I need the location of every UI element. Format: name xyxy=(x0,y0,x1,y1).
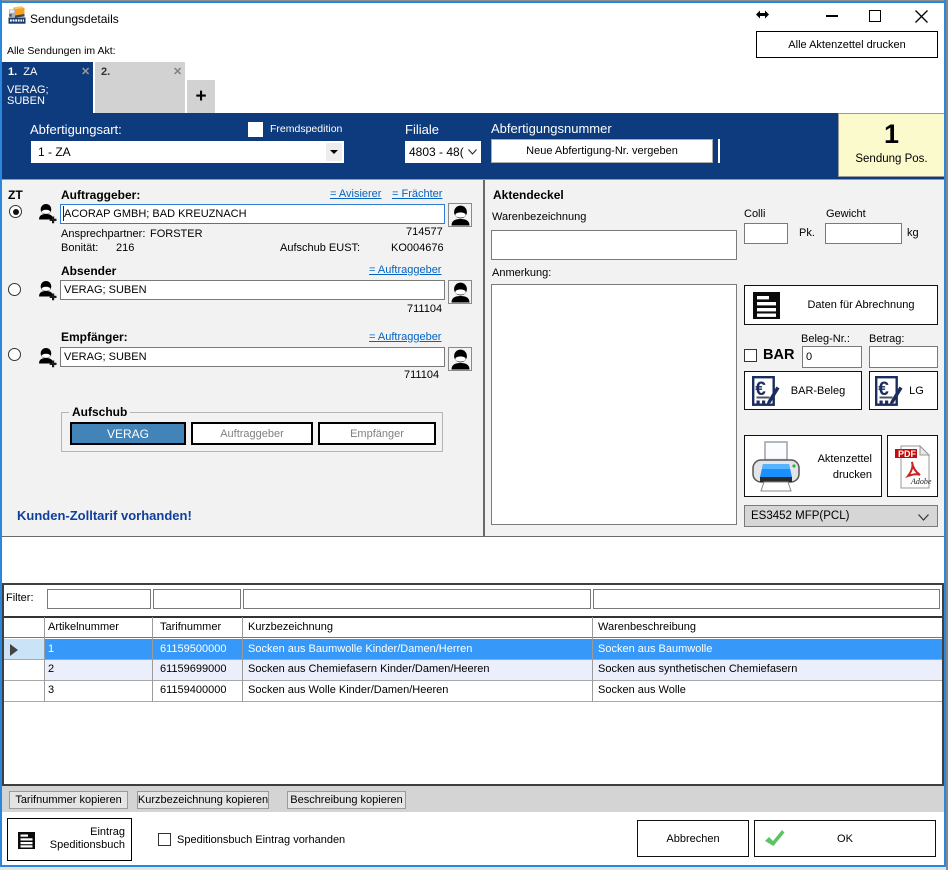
svg-text:PDF: PDF xyxy=(898,449,917,459)
svg-text:Adobe: Adobe xyxy=(910,477,932,486)
